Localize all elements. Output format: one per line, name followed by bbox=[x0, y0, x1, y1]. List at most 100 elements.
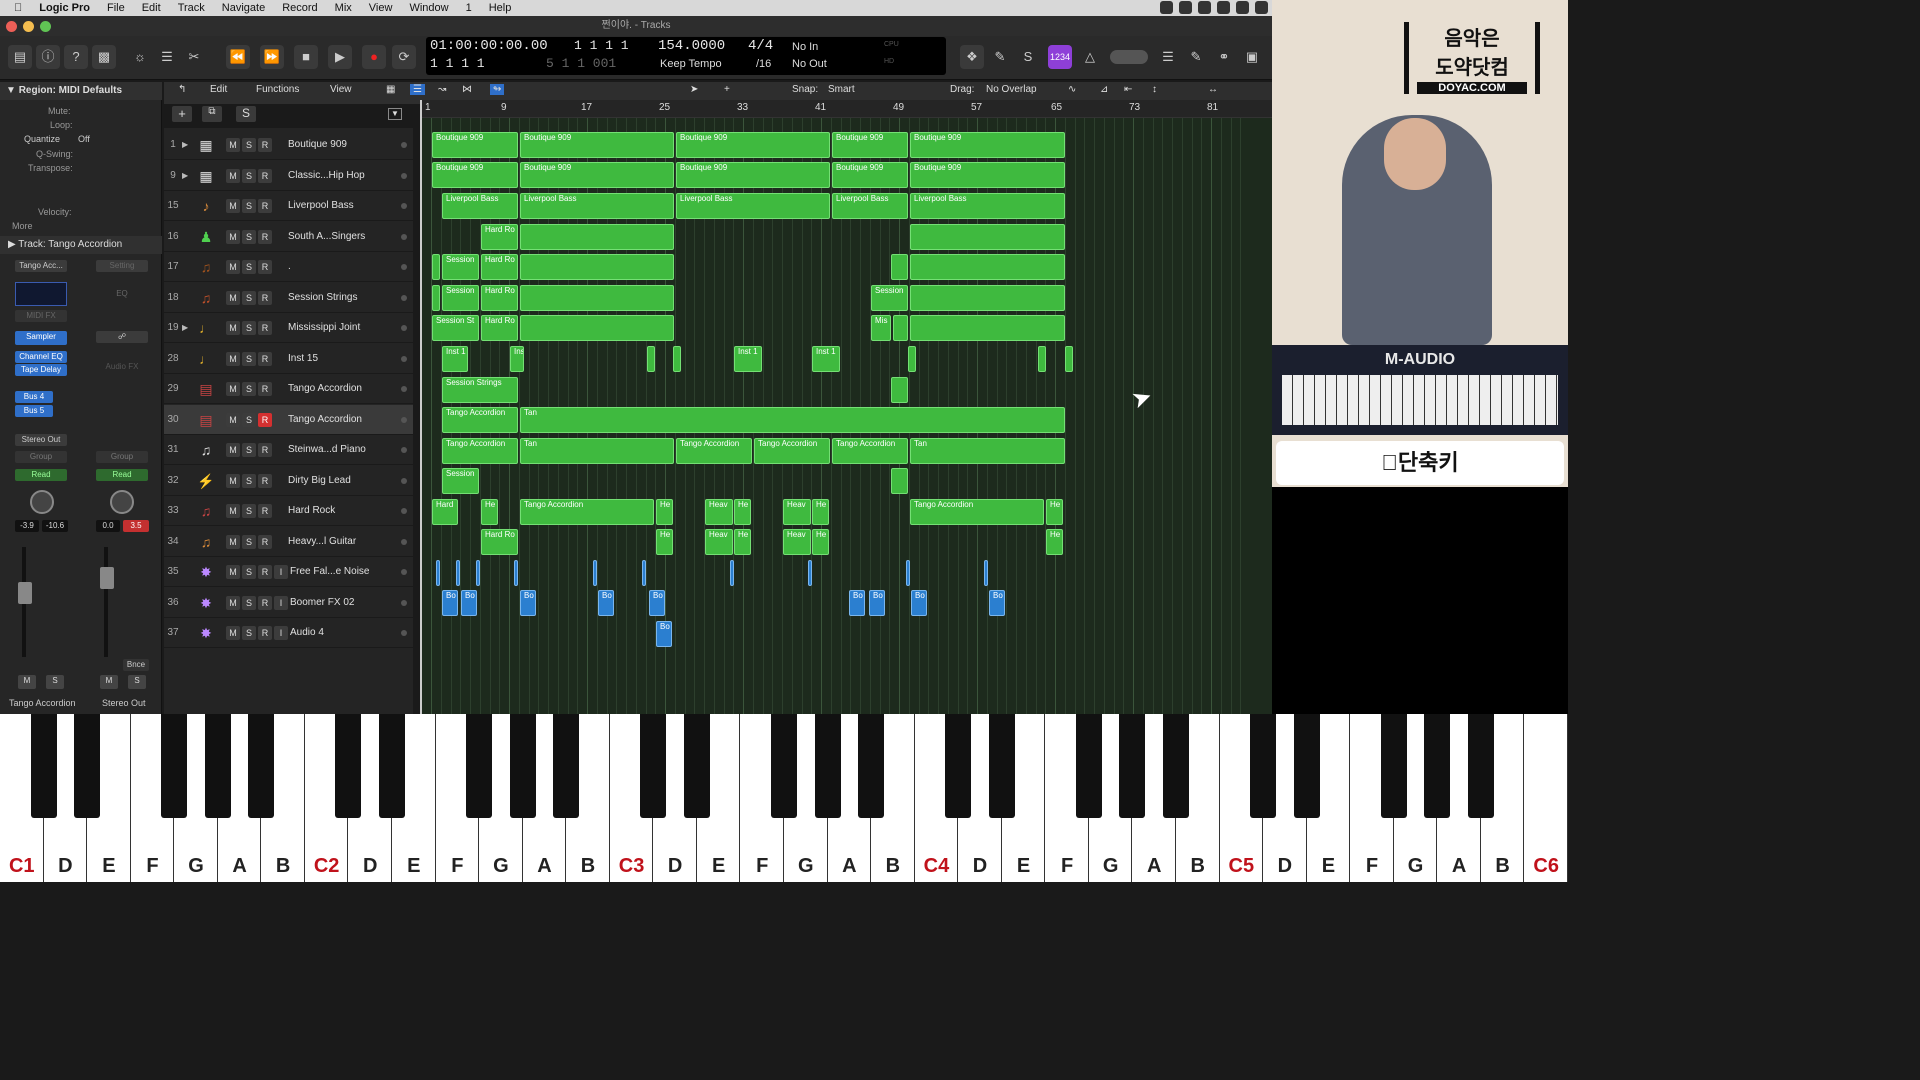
menu-help[interactable]: Help bbox=[489, 2, 512, 14]
midi-region[interactable]: He bbox=[481, 499, 498, 525]
midi-region[interactable]: Inst 1 bbox=[812, 346, 840, 372]
midi-region[interactable]: He bbox=[656, 529, 673, 555]
midi-region[interactable] bbox=[910, 224, 1065, 250]
audio-region[interactable] bbox=[593, 560, 597, 586]
midi-region[interactable]: Boutique 909 bbox=[432, 162, 518, 188]
track-header[interactable]: 33 ♫ M S R Hard Rock bbox=[164, 496, 413, 526]
status-icon[interactable] bbox=[1236, 1, 1249, 14]
count-in-button[interactable]: 1234 bbox=[1048, 45, 1072, 69]
midi-region[interactable] bbox=[520, 315, 674, 341]
midi-region[interactable]: Liverpool Bass bbox=[910, 193, 1065, 219]
menu-window[interactable]: Window bbox=[409, 2, 448, 14]
track-header[interactable]: 17 ♫ M S R. bbox=[164, 252, 413, 282]
record-enable-button[interactable]: R bbox=[258, 198, 272, 213]
solo-button-2[interactable]: S bbox=[128, 675, 146, 689]
track-name[interactable]: Liverpool Bass bbox=[288, 200, 401, 211]
quick-help-button[interactable]: ? bbox=[64, 45, 88, 69]
audio-region[interactable]: Bo bbox=[442, 590, 458, 616]
instrument-slot[interactable]: Sampler bbox=[15, 331, 67, 345]
mute-button[interactable]: M bbox=[226, 320, 240, 335]
automation-icon[interactable]: ↝ bbox=[438, 84, 446, 95]
solo-button[interactable]: S bbox=[242, 442, 256, 457]
audio-region[interactable] bbox=[642, 560, 646, 586]
browser-icon[interactable]: ▣ bbox=[1240, 45, 1264, 69]
playhead[interactable] bbox=[420, 100, 422, 714]
midi-fx-slot[interactable]: MIDI FX bbox=[15, 310, 67, 322]
list-view-icon[interactable]: ☰ bbox=[410, 84, 425, 95]
track-name[interactable]: Hard Rock bbox=[288, 505, 401, 516]
audio-region[interactable]: Bo bbox=[461, 590, 477, 616]
mute-button[interactable]: M bbox=[226, 351, 240, 366]
track-name[interactable]: Boutique 909 bbox=[288, 139, 401, 150]
record-button[interactable]: ● bbox=[362, 45, 386, 69]
midi-region[interactable]: Heav bbox=[705, 499, 733, 525]
track-header[interactable]: 34 ♫ M S R Heavy...l Guitar bbox=[164, 527, 413, 557]
solo-button[interactable]: S bbox=[242, 168, 256, 183]
mute-button[interactable]: M bbox=[226, 412, 240, 427]
mute-button[interactable]: M bbox=[226, 473, 240, 488]
solo-button[interactable]: S bbox=[242, 625, 256, 640]
secondary-tool-icon[interactable]: + bbox=[724, 84, 730, 95]
midi-region[interactable]: Session Strings bbox=[442, 377, 518, 403]
stop-button[interactable]: ■ bbox=[294, 45, 318, 69]
track-header[interactable]: 31 ♫ M S R Steinwa...d Piano bbox=[164, 435, 413, 465]
menu-1[interactable]: 1 bbox=[466, 2, 472, 14]
midi-region[interactable]: Hard bbox=[432, 499, 458, 525]
catch-icon[interactable]: ↬ bbox=[490, 84, 505, 95]
midi-region[interactable] bbox=[520, 254, 674, 280]
audio-region[interactable]: Bo bbox=[598, 590, 614, 616]
minimize-icon[interactable] bbox=[23, 21, 34, 32]
midi-region[interactable] bbox=[910, 315, 1065, 341]
midi-region[interactable]: He bbox=[1046, 529, 1063, 555]
bar-position-top[interactable]: 1 1 1 1 bbox=[574, 38, 629, 53]
midi-region[interactable] bbox=[910, 254, 1065, 280]
midi-region[interactable]: He bbox=[734, 529, 751, 555]
menu-view[interactable]: View bbox=[369, 2, 393, 14]
group-slot-2[interactable]: Group bbox=[96, 451, 148, 463]
back-icon[interactable]: ↰ bbox=[178, 84, 186, 95]
midi-region[interactable]: Session bbox=[442, 254, 479, 280]
midi-region[interactable] bbox=[891, 254, 908, 280]
midi-region[interactable]: Heav bbox=[783, 499, 811, 525]
mute-button[interactable]: M bbox=[226, 229, 240, 244]
midi-region[interactable]: Boutique 909 bbox=[910, 162, 1065, 188]
audio-region[interactable]: Bo bbox=[989, 590, 1005, 616]
midi-region[interactable]: Tango Accordion bbox=[442, 407, 518, 433]
division[interactable]: /16 bbox=[756, 58, 771, 70]
forward-button[interactable]: ⏩ bbox=[260, 45, 284, 69]
track-name[interactable]: Dirty Big Lead bbox=[288, 475, 401, 486]
quantize-select[interactable]: Off bbox=[78, 134, 90, 144]
record-enable-button[interactable]: R bbox=[258, 564, 272, 579]
solo-button[interactable]: S bbox=[242, 564, 256, 579]
track-name[interactable]: Steinwa...d Piano bbox=[288, 444, 401, 455]
audio-region[interactable] bbox=[456, 560, 460, 586]
solo-button[interactable]: S bbox=[242, 473, 256, 488]
time-signature[interactable]: 4/4 bbox=[748, 38, 773, 54]
solo-button[interactable]: S bbox=[242, 229, 256, 244]
midi-region[interactable]: Tan bbox=[520, 438, 674, 464]
midi-region[interactable]: Boutique 909 bbox=[676, 162, 830, 188]
track-header[interactable]: 1 ▶ ▦ M S R Boutique 909 bbox=[164, 130, 413, 160]
mute-button[interactable]: M bbox=[226, 381, 240, 396]
mute-button[interactable]: M bbox=[226, 534, 240, 549]
record-enable-button[interactable]: R bbox=[258, 534, 272, 549]
track-header[interactable]: 18 ♫ M S R Session Strings bbox=[164, 283, 413, 313]
midi-region[interactable] bbox=[910, 285, 1065, 311]
audio-region[interactable] bbox=[808, 560, 812, 586]
collapse-icon[interactable]: ▼ bbox=[388, 108, 402, 120]
record-enable-button[interactable]: R bbox=[258, 442, 272, 457]
solo-button[interactable]: S bbox=[242, 198, 256, 213]
record-enable-button[interactable]: R bbox=[258, 503, 272, 518]
solo-button[interactable]: S bbox=[242, 534, 256, 549]
record-enable-button[interactable]: R bbox=[258, 595, 272, 610]
inspector-button[interactable]: ⓘ bbox=[36, 45, 60, 69]
waveform-zoom-icon[interactable]: ∿ bbox=[1068, 84, 1076, 95]
record-enable-button[interactable]: R bbox=[258, 412, 272, 427]
midi-region[interactable]: Liverpool Bass bbox=[832, 193, 908, 219]
track-name[interactable]: . bbox=[288, 261, 401, 272]
audio-fx-slot[interactable]: Audio FX bbox=[96, 361, 148, 373]
status-icon[interactable] bbox=[1160, 1, 1173, 14]
menu-app[interactable]: Logic Pro bbox=[39, 2, 90, 14]
track-name[interactable]: Heavy...l Guitar bbox=[288, 536, 401, 547]
time-position[interactable]: 01:00:00:00.00 bbox=[430, 38, 548, 54]
